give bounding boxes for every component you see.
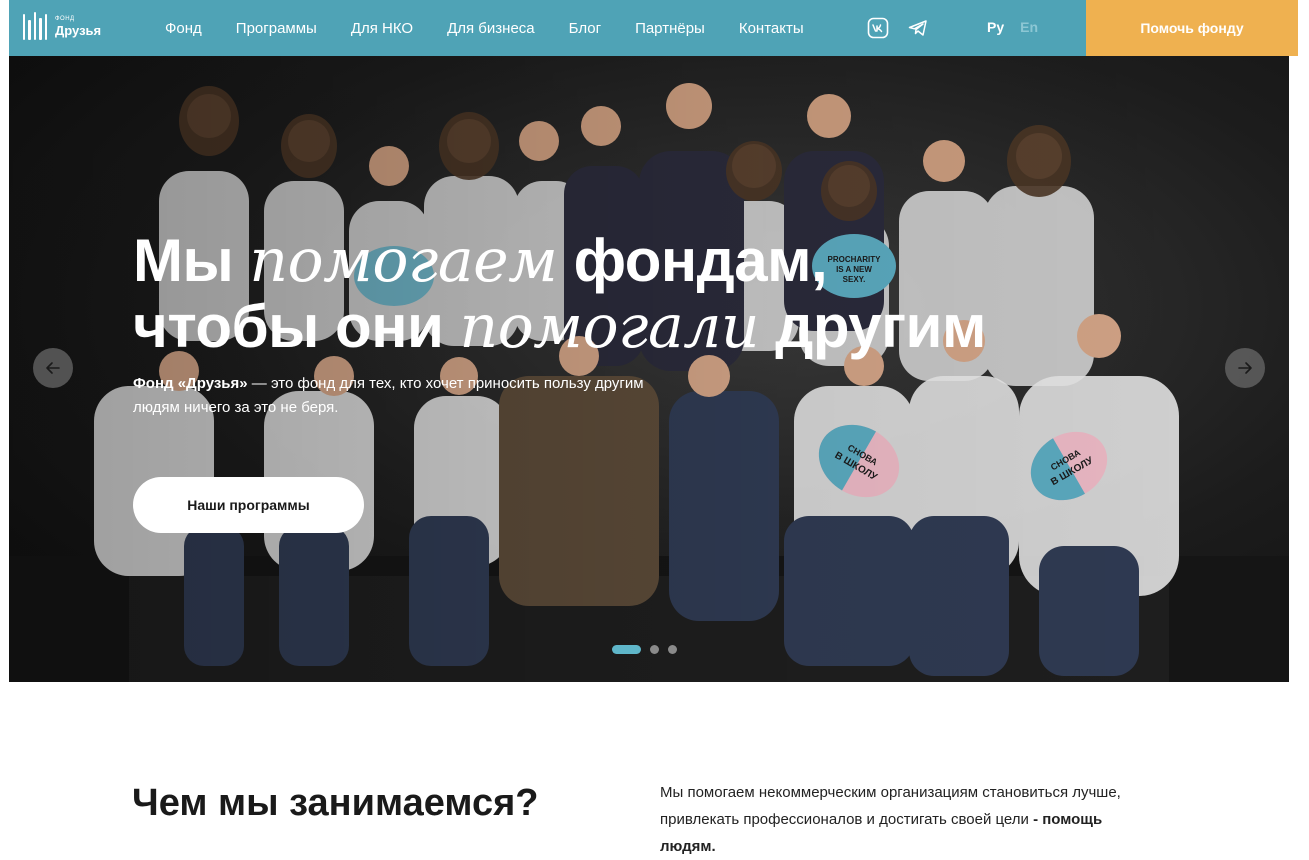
slider-dot-2[interactable] (650, 645, 659, 654)
telegram-icon[interactable] (907, 17, 929, 39)
nav-item-blog[interactable]: Блог (569, 20, 601, 37)
nav-item-fund[interactable]: Фонд (165, 20, 202, 37)
section-title: Чем мы занимаемся? (132, 782, 539, 824)
nav-item-programs[interactable]: Программы (236, 20, 317, 37)
slider-dot-3[interactable] (668, 645, 677, 654)
nav-item-partners[interactable]: Партнёры (635, 20, 705, 37)
nav-item-for-ngo[interactable]: Для НКО (351, 20, 413, 37)
lang-en[interactable]: En (1020, 19, 1038, 35)
logo-mark-icon (23, 12, 48, 40)
help-fund-button[interactable]: Помочь фонду (1086, 0, 1298, 56)
arrow-right-icon (1238, 362, 1252, 374)
slider-prev-button[interactable] (33, 348, 73, 388)
slider-dot-1[interactable] (612, 645, 641, 654)
language-switcher: Ру En (987, 19, 1038, 35)
logo-small-text: ФОНД (55, 15, 75, 22)
main-nav: Фонд Программы Для НКО Для бизнеса Блог … (165, 0, 838, 56)
vk-icon[interactable] (867, 17, 889, 39)
nav-item-for-business[interactable]: Для бизнеса (447, 20, 535, 37)
nav-item-contacts[interactable]: Контакты (739, 20, 804, 37)
top-navigation-bar: ФОНД Друзья Фонд Программы Для НКО Для б… (9, 0, 1298, 56)
section-description: Мы помогаем некоммерческим организациям … (660, 784, 1121, 855)
social-links (867, 17, 929, 39)
lang-ru[interactable]: Ру (987, 19, 1004, 35)
our-programs-button[interactable]: Наши программы (133, 477, 364, 533)
slider-next-button[interactable] (1225, 348, 1265, 388)
hero-title: Мы помогаем фондам, чтобы они помогали д… (133, 226, 986, 362)
hero-subtitle: Фонд «Друзья» — это фонд для тех, кто хо… (133, 375, 644, 416)
logo-name: Друзья (55, 22, 102, 38)
arrow-left-icon (46, 362, 60, 374)
logo[interactable]: ФОНД Друзья (23, 12, 101, 40)
hero-slider: PROCHARITY IS A NEW SEXY. СНОВА В ШКОЛУ … (9, 56, 1289, 682)
slider-pagination (612, 645, 677, 654)
